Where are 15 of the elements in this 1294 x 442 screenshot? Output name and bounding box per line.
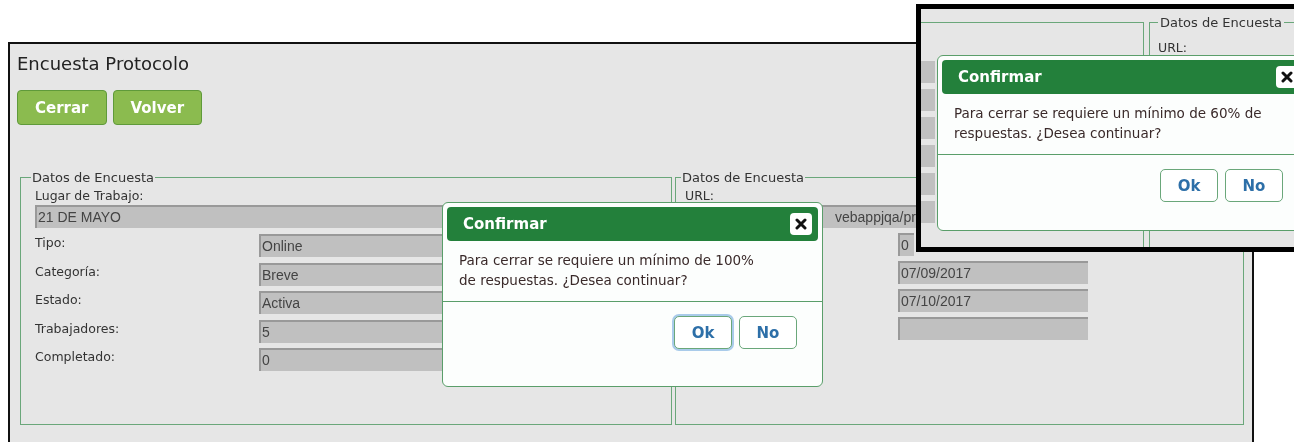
field-label: URL: (685, 187, 714, 205)
field-label: URL: (1158, 40, 1187, 55)
field-label: Trabajadores: (35, 319, 121, 338)
field-label: Completado: (35, 348, 116, 366)
dialog-message: Para cerrar se requiere un mínimo de 100% de respuestas. ¿Desea continuar? (458, 251, 755, 290)
page-title: Encuesta Protocolo (17, 52, 189, 76)
dialog-title: Confirmar (958, 68, 1042, 86)
field-label: Lugar de Trabajo: (35, 187, 144, 205)
field-label: Tipo: (35, 234, 67, 252)
dialog-message: Para cerrar se requiere un mínimo de 60% de respuestas. ¿Desea continuar? (953, 104, 1263, 143)
panel-legend: Datos de Encuesta (31, 170, 155, 185)
panel-legend: Datos de Encuesta (1158, 15, 1284, 30)
panel-legend: Datos de Encuesta (681, 170, 805, 185)
field-label: Categoría: (35, 262, 102, 281)
field-label: Estado: (35, 291, 83, 309)
